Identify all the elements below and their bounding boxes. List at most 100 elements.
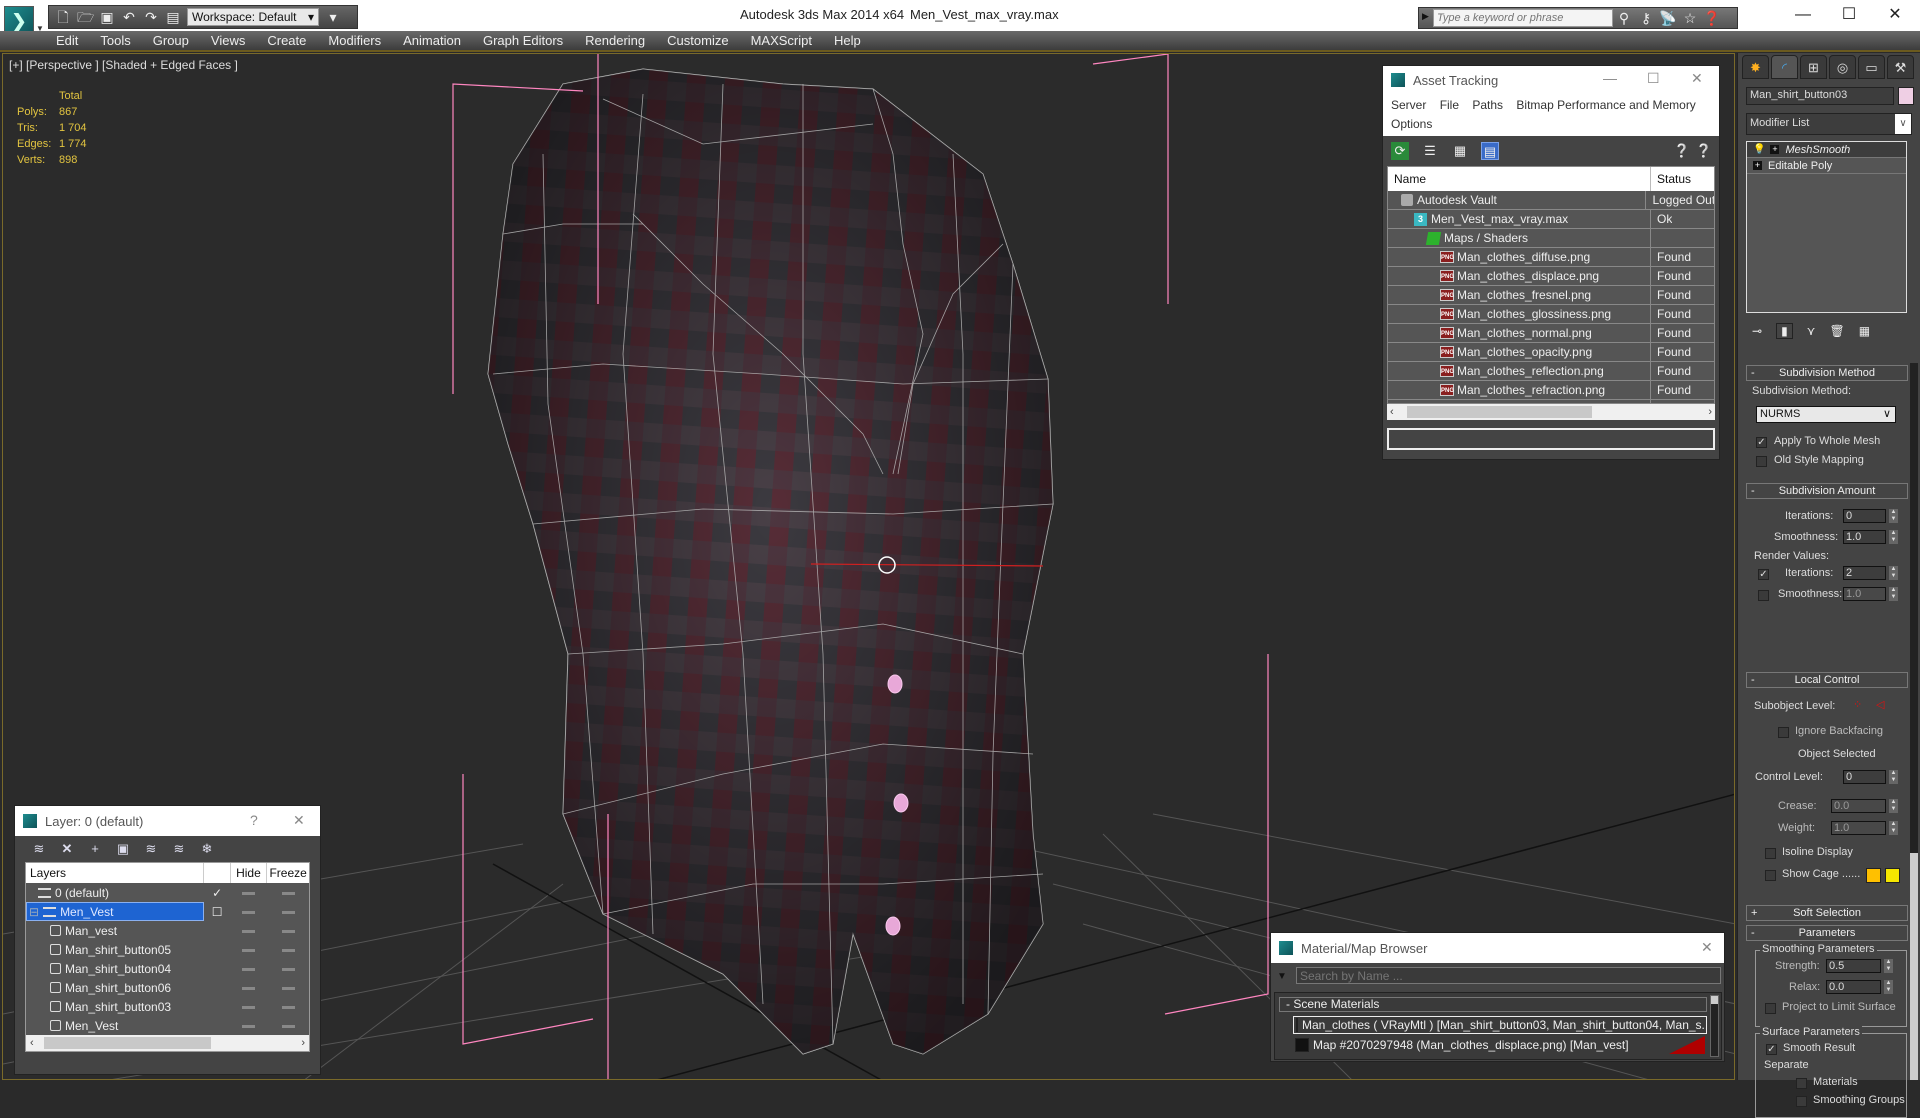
spinner-arrows-icon[interactable]: ▲ ▼ [1884,959,1893,973]
refresh-icon[interactable]: ⟳ [1391,142,1409,160]
menu-modifiers[interactable]: Modifiers [328,33,381,48]
horizontal-scrollbar[interactable]: ‹ › [1387,404,1715,420]
pin-stack-icon[interactable]: ⊸ [1752,324,1762,338]
material-item[interactable]: Man_clothes ( VRayMtl ) [Man_shirt_butto… [1293,1016,1707,1034]
workspace-dropdown[interactable]: Workspace: Default ▾ [187,8,319,26]
scroll-left-icon[interactable]: ‹ [1390,406,1394,418]
spinner-arrows-icon[interactable]: ▲ ▼ [1889,587,1898,601]
column-hide[interactable]: Hide [231,863,268,883]
dialog-title-bar[interactable]: Layer: 0 (default) ? ✕ [15,806,320,836]
old-style-mapping-checkbox[interactable] [1756,456,1767,467]
close-button[interactable]: ✕ [1872,4,1918,28]
object-row[interactable]: Man_vest [26,921,309,940]
scroll-thumb[interactable] [1910,853,1918,1080]
freeze-toggle[interactable] [267,924,309,938]
layer-row[interactable]: 0 (default) ✓ [26,883,309,902]
scroll-right-icon[interactable]: › [1708,406,1712,418]
dialog-title-bar[interactable]: Asset Tracking — ☐ ✕ [1383,66,1719,94]
new-file-icon[interactable]: 🗋 [55,9,71,25]
motion-tab[interactable]: ◎ [1829,55,1856,79]
add-to-layer-icon[interactable]: + [87,841,103,857]
hide-toggle[interactable] [231,1019,268,1033]
scroll-thumb[interactable] [44,1037,211,1049]
expand-search-icon[interactable]: ▶ [1422,11,1429,22]
menu-rendering[interactable]: Rendering [585,33,645,48]
hide-toggle[interactable] [231,886,268,900]
maximize-button[interactable]: ☐ [1826,4,1872,28]
undo-icon[interactable]: ↶ [121,9,137,25]
hide-toggle[interactable] [231,981,268,995]
freeze-toggle[interactable] [267,943,309,957]
hierarchy-tab[interactable]: ⊞ [1800,55,1827,79]
close-button[interactable]: ✕ [1701,939,1713,956]
column-name[interactable]: Name [1388,167,1651,191]
render-iterations-checkbox[interactable]: ✓ [1758,569,1769,580]
column-freeze[interactable]: Freeze [267,863,309,883]
menu-views[interactable]: Views [211,33,245,48]
asset-row[interactable]: PNG Man_clothes_diffuse.png Found [1388,248,1714,267]
spinner-arrows-icon[interactable]: ▲ ▼ [1889,821,1898,835]
spinner-arrows-icon[interactable]: ▲ ▼ [1884,980,1893,994]
render-iterations-spinner[interactable]: 2 [1843,566,1886,580]
configure-modifier-sets-icon[interactable]: ▦ [1859,324,1870,338]
hide-toggle[interactable] [231,1000,268,1014]
render-smoothness-checkbox[interactable] [1758,590,1769,601]
object-row[interactable]: Man_shirt_button05 [26,940,309,959]
menu-create[interactable]: Create [267,33,306,48]
help-globe-icon[interactable]: ❔ [1673,142,1691,160]
help-button[interactable]: ? [250,812,258,828]
vertex-subobject-icon[interactable]: ⁘ [1853,698,1862,711]
hide-toggle[interactable] [231,962,268,976]
column-current[interactable] [204,863,231,883]
menu-group[interactable]: Group [153,33,189,48]
keyword-search-input[interactable] [1433,9,1613,27]
smooth-result-checkbox[interactable]: ✓ [1766,1044,1777,1055]
show-cage-checkbox[interactable] [1765,870,1776,881]
freeze-toggle[interactable] [267,1019,309,1033]
ignore-backfacing-checkbox[interactable] [1778,727,1789,738]
asset-row[interactable]: PNG Man_clothes_fresnel.png Found [1388,286,1714,305]
open-file-icon[interactable]: 🗁 [77,9,94,25]
project-folder-icon[interactable]: ▤ [165,9,181,25]
freeze-toggle[interactable] [267,1000,309,1014]
menu-animation[interactable]: Animation [403,33,461,48]
freeze-toggle[interactable] [267,962,309,976]
collapse-icon[interactable]: ⊟ [29,905,39,919]
horizontal-scrollbar[interactable]: ‹ › [26,1035,309,1051]
scroll-thumb[interactable] [1407,406,1592,418]
satellite-icon[interactable]: 📡 [1657,10,1679,27]
menu-bitmap-performance[interactable]: Bitmap Performance and Memory [1516,98,1695,112]
hide-unhide-all-icon[interactable]: ≋ [171,841,187,857]
freeze-toggle[interactable] [267,886,309,900]
redo-icon[interactable]: ↷ [143,9,159,25]
spinner-arrows-icon[interactable]: ▲ ▼ [1889,770,1898,784]
delete-layer-icon[interactable]: ✕ [59,841,75,857]
iterations-spinner[interactable]: 0 [1843,509,1886,523]
menu-graph-editors[interactable]: Graph Editors [483,33,563,48]
help-icon[interactable]: ❓ [1701,10,1723,27]
object-row[interactable]: Man_shirt_button04 [26,959,309,978]
current-layer-toggle[interactable]: ☐ [204,905,231,919]
utilities-tab[interactable]: ⚒ [1887,55,1914,79]
asset-row[interactable]: 3 Men_Vest_max_vray.max Ok [1388,210,1714,229]
minimize-button[interactable]: — [1780,4,1826,28]
cage-color-swatch[interactable] [1866,868,1881,883]
vertical-scrollbar[interactable] [1710,995,1719,1057]
modify-tab[interactable]: ◜ [1771,55,1798,79]
object-name-field[interactable]: Man_shirt_button03 [1746,87,1894,105]
list-view-icon[interactable]: ☰ [1421,142,1439,160]
key-icon[interactable]: ⚷ [1635,10,1657,27]
hide-toggle[interactable] [231,943,268,957]
subdivision-method-dropdown[interactable]: NURMS ∨ [1756,406,1896,423]
control-level-spinner[interactable]: 0 [1843,770,1886,784]
spinner-arrows-icon[interactable]: ▲ ▼ [1889,530,1898,544]
viewport-label[interactable]: [+] [Perspective ] [Shaded + Edged Faces… [9,58,238,72]
menu-maxscript[interactable]: MAXScript [751,33,812,48]
dialog-title-bar[interactable]: Material/Map Browser ✕ [1271,933,1724,963]
help-icon[interactable]: ❔ [1695,142,1713,160]
menu-options[interactable]: Options [1391,117,1432,131]
select-objects-icon[interactable]: ▣ [115,841,131,857]
asset-row[interactable]: PNG Man_clothes_normal.png Found [1388,324,1714,343]
close-button[interactable]: ✕ [293,812,305,829]
cage-selection-color-swatch[interactable] [1885,868,1900,883]
